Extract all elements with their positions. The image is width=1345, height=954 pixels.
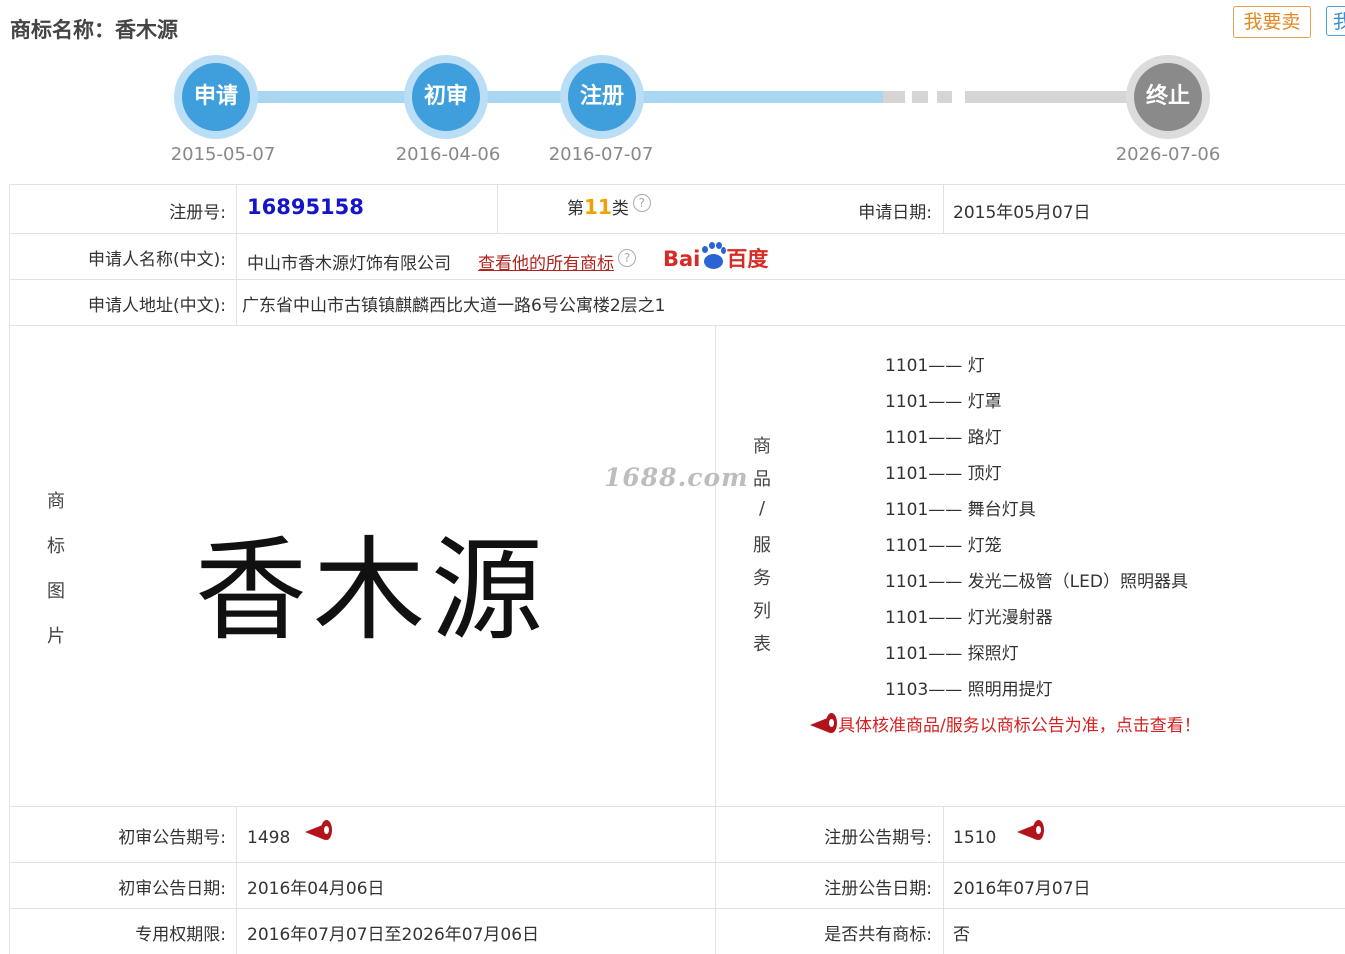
- goods-item: 1101—— 灯光漫射器: [885, 608, 1053, 628]
- reg-pub-no-label: 注册公告期号:: [824, 828, 932, 848]
- goods-item: 1101—— 路灯: [885, 428, 1002, 448]
- title-label: 商标名称：: [10, 18, 115, 42]
- image-label-char: 商: [47, 491, 65, 512]
- table-divider: [497, 184, 498, 233]
- goods-label-char: 表: [753, 634, 771, 655]
- address-label: 申请人地址(中文):: [88, 296, 226, 316]
- megaphone-icon: [808, 713, 838, 735]
- goods-item: 1103—— 照明用提灯: [885, 680, 1053, 700]
- table-divider: [9, 908, 1345, 909]
- reg-no-label: 注册号:: [169, 203, 226, 223]
- class-prefix: 第: [567, 199, 584, 219]
- node-label: 初审: [412, 63, 480, 131]
- baidu-text: Bai: [663, 247, 701, 271]
- baidu-paw-icon: [700, 242, 727, 272]
- shared-mark-value: 否: [953, 925, 970, 945]
- timeline-node-prelim: 初审: [404, 55, 488, 139]
- class-info: 第11类?: [567, 194, 651, 219]
- table-divider: [236, 184, 237, 325]
- help-icon[interactable]: ?: [618, 249, 636, 267]
- image-label-char: 片: [47, 626, 65, 647]
- table-divider: [943, 184, 944, 233]
- table-divider: [9, 862, 1345, 863]
- baidu-text: 百度: [726, 247, 769, 271]
- node-date: 2016-04-06: [395, 144, 501, 165]
- timeline-dash: [937, 91, 952, 103]
- exclusive-period-value: 2016年07月07日至2026年07月06日: [247, 925, 540, 945]
- title-value: 香木源: [115, 18, 178, 42]
- class-suffix: 类: [611, 199, 629, 219]
- goods-label-char: /: [758, 498, 766, 519]
- goods-item: 1101—— 灯罩: [885, 392, 1002, 412]
- goods-label-char: 务: [753, 568, 771, 589]
- all-marks-link[interactable]: 查看他的所有商标: [478, 254, 614, 274]
- table-divider: [9, 233, 1345, 234]
- apply-date-value: 2015年05月07日: [953, 203, 1091, 223]
- node-date: 2026-07-06: [1115, 144, 1221, 165]
- timeline-dash: [912, 91, 928, 103]
- timeline-node-register: 注册: [560, 55, 644, 139]
- table-divider: [9, 184, 1345, 185]
- table-divider: [236, 806, 237, 954]
- notice-text: 具体核准商品/服务以商标公告为准，点击查看！: [838, 716, 1201, 736]
- apply-date-label: 申请日期:: [858, 203, 932, 223]
- applicant-label: 申请人名称(中文):: [88, 250, 226, 270]
- timeline-node-apply: 申请: [174, 55, 258, 139]
- goods-notice-link[interactable]: 具体核准商品/服务以商标公告为准，点击查看！: [808, 711, 1201, 736]
- reg-no-value: 16895158: [247, 195, 364, 219]
- timeline-progress-bar: [215, 91, 883, 103]
- exclusive-period-label: 专用权期限:: [135, 925, 226, 945]
- node-label: 申请: [182, 63, 250, 131]
- goods-item: 1101—— 灯: [885, 356, 985, 376]
- node-date: 2016-07-07: [548, 144, 654, 165]
- goods-item: 1101—— 顶灯: [885, 464, 1002, 484]
- node-label: 终止: [1134, 63, 1202, 131]
- prelim-date-label: 初审公告日期:: [118, 879, 226, 899]
- reg-pub-no-value: 1510: [953, 828, 997, 848]
- megaphone-icon[interactable]: [303, 820, 333, 842]
- image-label-char: 图: [47, 581, 65, 602]
- reg-pub-date-value: 2016年07月07日: [953, 879, 1091, 899]
- trademark-image: 香木源: [195, 526, 549, 656]
- trademark-title: 商标名称：香木源: [10, 14, 178, 44]
- megaphone-icon[interactable]: [1015, 820, 1045, 842]
- prelim-no-value: 1498: [247, 828, 291, 848]
- goods-label-char: 品: [753, 469, 771, 490]
- goods-item: 1101—— 发光二极管（LED）照明器具: [885, 572, 1188, 592]
- timeline-dash: [883, 91, 905, 103]
- goods-item: 1101—— 探照灯: [885, 644, 1019, 664]
- table-divider: [943, 806, 944, 954]
- prelim-no-label: 初审公告期号:: [118, 828, 226, 848]
- table-divider: [715, 325, 716, 954]
- help-icon[interactable]: ?: [632, 194, 651, 212]
- goods-item: 1101—— 舞台灯具: [885, 500, 1036, 520]
- all-marks-link-wrap: 查看他的所有商标?: [478, 249, 636, 274]
- prelim-date-value: 2016年04月06日: [247, 879, 385, 899]
- applicant-value: 中山市香木源灯饰有限公司: [247, 254, 451, 274]
- table-divider: [9, 184, 10, 954]
- goods-label-char: 服: [753, 535, 771, 556]
- goods-item: 1101—— 灯笼: [885, 536, 1002, 556]
- buy-button[interactable]: 我: [1326, 6, 1345, 36]
- node-date: 2015-05-07: [170, 144, 276, 165]
- table-divider: [9, 325, 1345, 326]
- timeline-node-terminate: 终止: [1126, 55, 1210, 139]
- class-number[interactable]: 11: [584, 195, 612, 219]
- baidu-search-logo[interactable]: Bai 百度: [663, 242, 768, 273]
- goods-label-char: 商: [753, 436, 771, 457]
- reg-pub-date-label: 注册公告日期:: [824, 879, 932, 899]
- shared-mark-label: 是否共有商标:: [824, 925, 932, 945]
- sell-button[interactable]: 我要卖: [1233, 6, 1311, 38]
- table-divider: [9, 279, 1345, 280]
- watermark: 1688.com: [604, 463, 749, 492]
- table-divider: [9, 806, 1345, 807]
- image-label-char: 标: [47, 536, 65, 557]
- node-label: 注册: [568, 63, 636, 131]
- address-value: 广东省中山市古镇镇麒麟西比大道一路6号公寓楼2层之1: [242, 296, 666, 316]
- goods-label-char: 列: [753, 601, 771, 622]
